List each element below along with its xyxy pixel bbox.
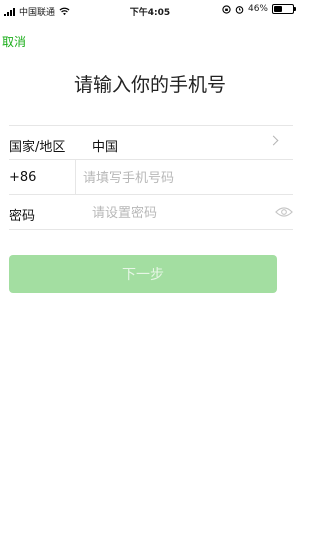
rotation-lock-icon	[222, 4, 231, 14]
status-right: 46%	[222, 4, 296, 14]
status-bar: 中国联通 下午4:05 46%	[0, 0, 300, 22]
battery-percent: 46%	[247, 4, 268, 14]
page-title: 请输入你的手机号	[73, 74, 226, 96]
battery-fill	[274, 6, 283, 12]
cancel-button[interactable]: 取消	[2, 33, 26, 50]
password-row: 密码	[9, 195, 293, 230]
phone-divider	[75, 160, 76, 195]
phone-input[interactable]	[83, 169, 283, 187]
country-label: 国家/地区	[9, 140, 66, 155]
next-step-button[interactable]: 下一步	[9, 255, 277, 293]
phone-row: +86	[9, 160, 293, 195]
country-region-row[interactable]: 国家/地区 中国	[9, 125, 293, 160]
battery-icon	[272, 4, 296, 14]
alarm-icon	[235, 5, 244, 14]
country-code[interactable]: +86	[9, 170, 36, 185]
chevron-right-icon	[268, 135, 279, 146]
country-value: 中国	[92, 140, 119, 155]
password-label: 密码	[9, 209, 36, 224]
password-input[interactable]	[92, 204, 262, 222]
eye-icon[interactable]	[275, 206, 293, 218]
